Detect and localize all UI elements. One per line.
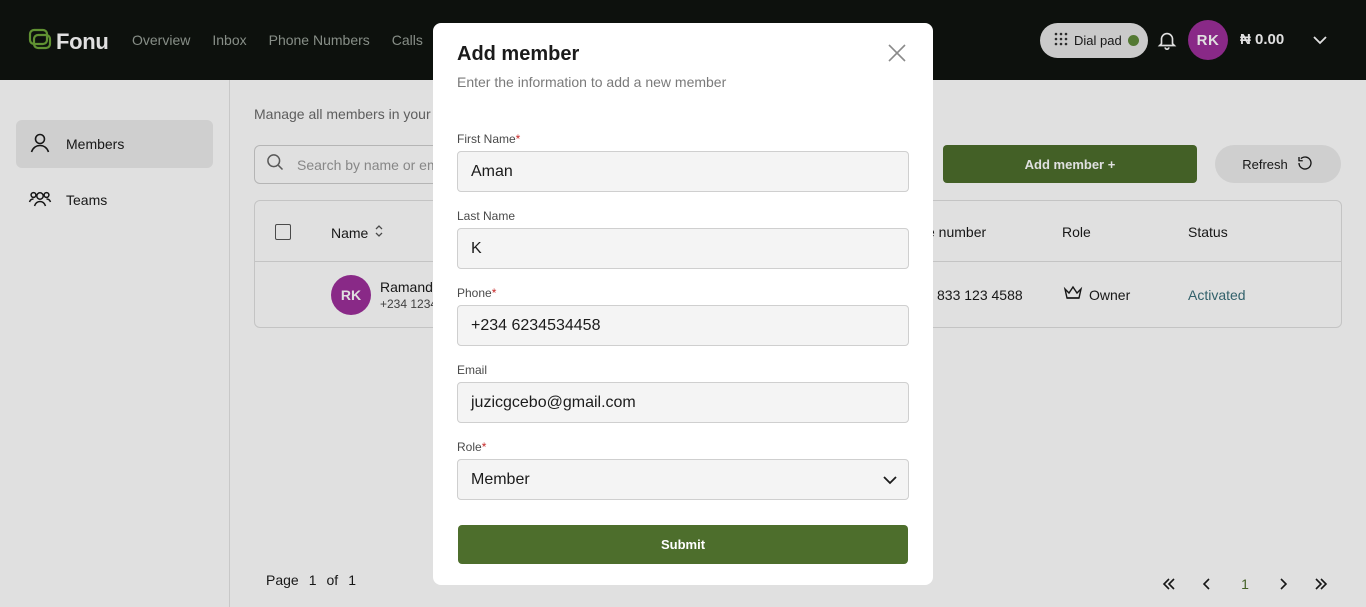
phone-label: Phone* — [457, 286, 497, 300]
email-label: Email — [457, 363, 488, 377]
role-select-value: Member — [471, 470, 530, 488]
last-name-field[interactable]: K — [457, 228, 909, 269]
chevron-down-icon — [882, 473, 898, 491]
first-name-field[interactable]: Aman — [457, 151, 909, 192]
email-field[interactable]: juzicgcebo@gmail.com — [457, 382, 909, 423]
phone-field[interactable]: +234 6234534458 — [457, 305, 909, 346]
modal-subtitle: Enter the information to add a new membe… — [457, 74, 727, 90]
add-member-modal: Add member Enter the information to add … — [433, 23, 933, 585]
role-label: Role* — [457, 440, 487, 454]
modal-title: Add member — [457, 43, 580, 65]
submit-button[interactable]: Submit — [458, 525, 908, 564]
first-name-label: First Name* — [457, 132, 521, 146]
close-icon[interactable] — [886, 42, 908, 64]
last-name-label: Last Name — [457, 209, 516, 223]
role-select[interactable]: Member — [457, 459, 909, 500]
